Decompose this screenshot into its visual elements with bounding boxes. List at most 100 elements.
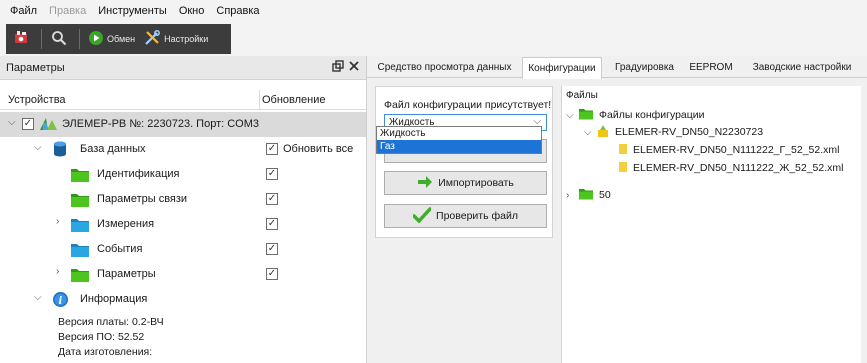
file-tree-device-label: ELEMER-RV_DN50_N2230723	[615, 126, 764, 138]
device-button[interactable]	[12, 29, 33, 49]
check-file-label: Проверить файл	[436, 210, 518, 222]
file-item[interactable]: ELEMER-RV_DN50_N111222_Ж_52_52.xml	[618, 159, 843, 177]
toolbar-strip: Обмен Настройки	[6, 24, 231, 54]
tree-item-label: Идентификация	[97, 168, 180, 180]
manufacture-date: Дата изготовления:	[58, 346, 153, 358]
tree-row-events[interactable]: События ✓	[0, 237, 366, 262]
import-button[interactable]: Импортировать	[384, 171, 547, 195]
config-type-dropdown: Жидкость Газ	[376, 126, 542, 154]
firmware-version: Версия ПО: 52.52	[58, 331, 145, 343]
chevron-down-icon[interactable]: ⌵	[8, 117, 16, 128]
file-item[interactable]: ELEMER-RV_DN50_N111222_Г_52_52.xml	[618, 141, 839, 159]
toolbar-separator	[79, 29, 80, 49]
close-icon[interactable]	[348, 60, 360, 75]
file-tree-folder-50[interactable]: › 50	[566, 186, 611, 204]
panel-controls	[332, 60, 360, 75]
connect-button[interactable]: Обмен	[88, 30, 135, 48]
checkmark-icon	[412, 206, 432, 226]
item-checkbox[interactable]: ✓	[266, 193, 278, 205]
chevron-right-icon[interactable]: ›	[566, 190, 578, 201]
folder-green-icon	[70, 191, 90, 211]
device-icon	[12, 29, 30, 49]
database-icon	[52, 140, 68, 161]
file-name: ELEMER-RV_DN50_N111222_Ж_52_52.xml	[633, 162, 844, 174]
update-all-label: Обновить все	[283, 143, 354, 155]
tab-bar: Средство просмотра данных Конфигурации Г…	[367, 56, 867, 79]
menu-window[interactable]: Окно	[173, 0, 211, 22]
device-checkbox[interactable]: ✓	[22, 118, 34, 130]
tab-configurations[interactable]: Конфигурации	[522, 57, 602, 79]
folder-green-icon	[70, 166, 90, 186]
menu-edit: Правка	[49, 5, 87, 17]
tab-factory-settings[interactable]: Заводские настройки	[739, 60, 865, 78]
tree-row-identification[interactable]: Идентификация ✓	[0, 162, 366, 187]
item-checkbox[interactable]: ✓	[266, 168, 278, 180]
tree-item-label: Измерения	[97, 218, 155, 230]
file-tree-device[interactable]: ⌵ ELEMER-RV_DN50_N2230723	[584, 123, 763, 141]
play-icon	[88, 30, 104, 48]
parameters-panel: Параметры Устройства Обновление ⌵ ✓ ЭЛЕМ…	[0, 56, 367, 363]
file-tree-root-label: Файлы конфигурации	[599, 109, 705, 121]
toolbar-separator	[41, 29, 42, 49]
files-panel: Файлы ⌵ Файлы конфигурации ⌵ ELEMER-RV_D…	[561, 86, 861, 363]
dropdown-option-gas[interactable]: Газ	[377, 140, 541, 153]
tree-column-header: Устройства Обновление	[0, 90, 366, 110]
folder-green-icon	[578, 107, 594, 123]
check-file-button[interactable]: Проверить файл	[384, 204, 547, 228]
import-label: Импортировать	[438, 177, 514, 189]
tab-data-viewer[interactable]: Средство просмотра данных	[372, 60, 517, 78]
column-divider	[259, 90, 260, 110]
parameters-panel-header: Параметры	[0, 56, 366, 80]
info-label: Информация	[80, 293, 148, 305]
folder-blue-icon	[70, 241, 90, 261]
device-icon	[38, 116, 58, 135]
tree-row-comm-params[interactable]: Параметры связи ✓	[0, 187, 366, 212]
tab-eeprom[interactable]: EEPROM	[687, 60, 735, 78]
item-checkbox[interactable]: ✓	[266, 218, 278, 230]
menu-file[interactable]: Файл	[4, 0, 43, 22]
file-name: ELEMER-RV_DN50_N111222_Г_52_52.xml	[633, 144, 840, 156]
folder-green-icon	[578, 187, 594, 203]
chevron-down-icon[interactable]: ⌵	[34, 292, 42, 303]
menu-tools[interactable]: Инструменты	[92, 0, 173, 22]
device-label: ЭЛЕМЕР-РВ №: 2230723. Порт: COM3	[62, 118, 260, 130]
tree-item-label: Параметры связи	[97, 193, 188, 205]
board-version: Версия платы: 0.2-ВЧ	[58, 316, 164, 328]
column-devices[interactable]: Устройства	[8, 94, 66, 106]
tab-calibration[interactable]: Градуировка	[607, 60, 682, 78]
tree-row-database[interactable]: ⌵ База данных ✓ Обновить все	[0, 137, 366, 162]
chevron-down-icon[interactable]: ⌵	[34, 142, 42, 153]
settings-label: Настройки	[164, 34, 209, 44]
tree-row-parameters[interactable]: › Параметры ✓	[0, 262, 366, 287]
config-status-text: Файл конфигурации присутствует!	[384, 99, 552, 111]
tree-row-info[interactable]: ⌵ i Информация	[0, 287, 366, 312]
file-icon	[618, 161, 628, 176]
chevron-down-icon[interactable]: ⌵	[584, 127, 596, 138]
settings-button[interactable]: Настройки	[143, 29, 208, 49]
search-button[interactable]	[50, 29, 71, 49]
tree-row-measurements[interactable]: › Измерения ✓	[0, 212, 366, 237]
chevron-down-icon[interactable]: ⌵	[566, 110, 578, 121]
connect-label: Обмен	[107, 34, 136, 44]
toolbar: Обмен Настройки	[0, 22, 867, 56]
info-icon: i	[52, 291, 69, 311]
item-checkbox[interactable]: ✓	[266, 268, 278, 280]
folder-blue-icon	[70, 216, 90, 236]
panel-title: Параметры	[6, 61, 65, 74]
item-checkbox[interactable]: ✓	[266, 243, 278, 255]
tools-icon	[143, 29, 161, 49]
column-update[interactable]: Обновление	[262, 94, 326, 106]
dropdown-option-liquid[interactable]: Жидкость	[377, 127, 541, 140]
restore-icon[interactable]	[332, 60, 344, 75]
menu-bar: Файл Правка Инструменты Окно Справка	[0, 0, 867, 22]
tree-item-label: События	[97, 243, 143, 255]
menu-help[interactable]: Справка	[210, 0, 265, 22]
update-all-checkbox[interactable]: ✓	[266, 143, 278, 155]
files-title: Файлы	[566, 90, 598, 101]
chevron-right-icon[interactable]: ›	[56, 216, 59, 227]
config-panel: Файл конфигурации присутствует! Жидкость…	[375, 86, 553, 238]
chevron-right-icon[interactable]: ›	[56, 266, 59, 277]
tree-row-device[interactable]: ⌵ ✓ ЭЛЕМЕР-РВ №: 2230723. Порт: COM3	[0, 112, 366, 137]
main-area: Средство просмотра данных Конфигурации Г…	[367, 56, 867, 363]
file-tree-root[interactable]: ⌵ Файлы конфигурации	[566, 106, 705, 124]
